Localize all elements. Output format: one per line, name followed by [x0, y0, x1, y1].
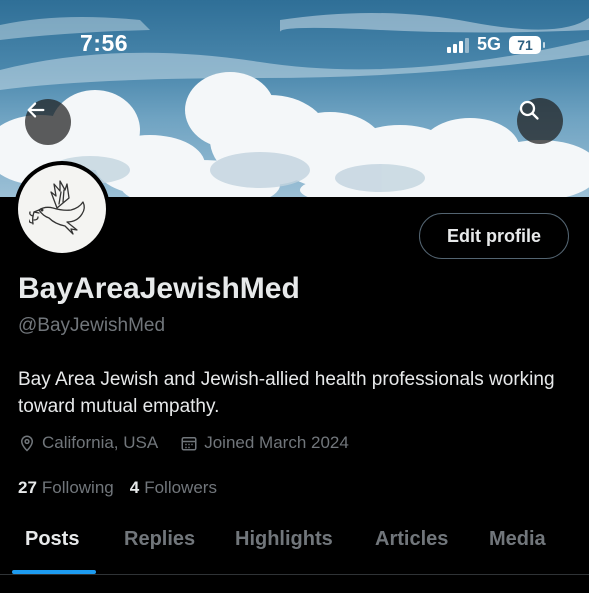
- user-handle: @BayJewishMed: [18, 315, 166, 336]
- display-name: BayAreaJewishMed: [18, 272, 300, 305]
- active-tab-indicator: [12, 570, 96, 574]
- followers-link[interactable]: 4 Followers: [130, 478, 217, 498]
- battery-level: 71: [517, 36, 533, 53]
- profile-avatar[interactable]: [14, 161, 110, 257]
- cellular-signal-icon: [446, 37, 469, 53]
- profile-banner[interactable]: 7:56 5G 71: [0, 0, 589, 197]
- search-button[interactable]: [517, 98, 563, 144]
- network-type: 5G: [476, 34, 501, 54]
- tab-articles[interactable]: Articles: [375, 528, 448, 551]
- calendar-icon: [181, 437, 197, 451]
- location-pin-icon: [20, 435, 34, 452]
- following-link[interactable]: 27 Following: [18, 478, 114, 498]
- status-indicators: 5G 71: [446, 34, 545, 55]
- followers-count: 4: [129, 478, 140, 497]
- profile-tabs: Posts Replies Highlights Articles Media: [0, 518, 589, 575]
- dove-icon: [29, 180, 85, 235]
- joined-item: Joined March 2024: [180, 433, 349, 453]
- profile-screen: 7:56 5G 71 Edit profile BayAreaJewishMed…: [0, 0, 589, 593]
- location-text: California, USA: [42, 433, 159, 452]
- tab-highlights[interactable]: Highlights: [235, 528, 333, 551]
- tab-replies[interactable]: Replies: [124, 528, 195, 551]
- followers-label: Followers: [144, 478, 217, 497]
- profile-bio: Bay Area Jewish and Jewish-allied health…: [18, 369, 555, 417]
- location-item: California, USA: [18, 433, 158, 453]
- tab-media[interactable]: Media: [489, 528, 546, 551]
- profile-meta: California, USA Joined March 2024: [18, 433, 349, 453]
- arrow-left-icon: [27, 102, 45, 118]
- follow-stats: 27 Following 4 Followers: [18, 478, 217, 498]
- following-count: 27: [18, 478, 37, 497]
- following-label: Following: [41, 478, 114, 497]
- avatar-image: [18, 165, 106, 253]
- search-icon: [519, 100, 539, 120]
- tab-posts[interactable]: Posts: [25, 528, 79, 551]
- edit-profile-button[interactable]: Edit profile: [419, 213, 569, 259]
- joined-text: Joined March 2024: [204, 433, 349, 452]
- back-button[interactable]: [25, 99, 71, 145]
- status-time: 7:56: [80, 30, 129, 56]
- battery-icon: 71: [509, 35, 545, 54]
